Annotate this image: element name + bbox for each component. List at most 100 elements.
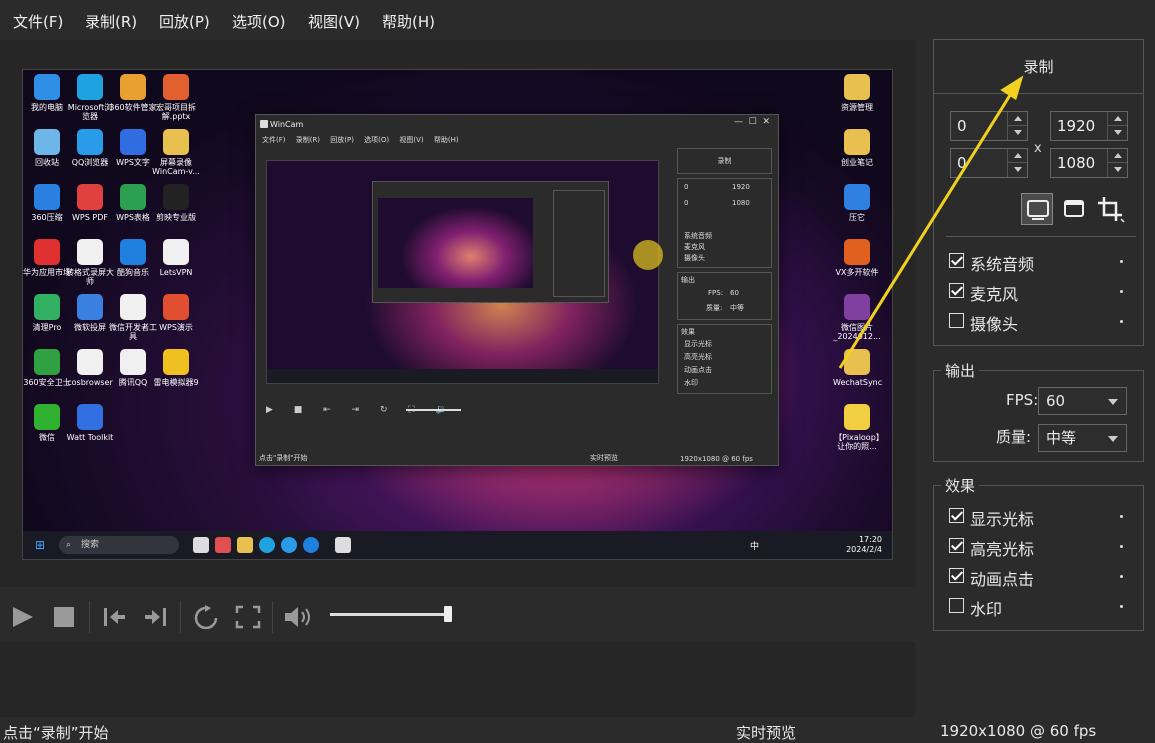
microphone-checkbox[interactable] [949,283,964,298]
region-mode-button[interactable] [1094,193,1126,225]
volume-slider-handle[interactable] [444,606,453,622]
preview-effect-4: 水印 [684,379,698,387]
taskbar-search: ⌕ 搜索 [59,536,179,554]
width-input[interactable] [1051,112,1107,140]
camera-checkbox[interactable] [949,313,964,328]
desktop-icon-label: VX多开软件 [835,268,879,277]
x-up-arrow-icon[interactable] [1007,112,1027,126]
desktop-icon-label: 360软件管家 [109,103,157,112]
preview-region-box: 0 1920 0 1080 系统音频 麦克风 摄像头 [677,178,772,268]
app-icon [77,74,103,100]
watermark-checkbox[interactable] [949,598,964,613]
stop-icon[interactable] [52,605,78,629]
taskbar-search-placeholder: 搜索 [81,540,100,550]
option-dot-icon[interactable] [1120,260,1123,263]
preview-fps: 60 [730,289,739,297]
width-spinbox[interactable] [1050,111,1128,141]
quality-select[interactable]: 中等 [1038,424,1127,452]
desktop-icon-label: 转格式录屏大师 [66,268,114,286]
skip-end-icon[interactable] [142,605,168,629]
desktop-icon-label: WPS文字 [116,158,150,167]
menu-view[interactable]: 视图(V) [308,11,360,32]
menu-playback[interactable]: 回放(P) [159,11,210,32]
highlight-cursor-label: 高亮光标 [970,540,1035,559]
app-icon [77,294,103,320]
width-down-arrow-icon[interactable] [1107,126,1127,140]
desktop-icon-label: 腾讯QQ [118,378,148,387]
x-input[interactable] [951,112,1007,140]
preview-audio-2: 麦克风 [684,243,705,251]
fullscreen-mode-button[interactable] [1021,193,1053,225]
preview-nested-screen [266,160,659,384]
separator [89,601,90,633]
width-up-arrow-icon[interactable] [1107,112,1127,126]
x-down-arrow-icon[interactable] [1007,126,1027,140]
window-mode-button[interactable] [1058,193,1090,225]
watermark-label: 水印 [970,600,1003,619]
preview-nested-taskbar [267,369,658,383]
desktop-icon: WPS演示 [152,294,200,332]
x-spinbox[interactable] [950,111,1028,141]
app-icon [844,184,870,210]
highlight-cursor-checkbox[interactable] [949,538,964,553]
app-icon [844,294,870,320]
app-icon [260,120,268,128]
desktop-icon: 清理Pro [23,294,71,332]
height-input[interactable] [1051,149,1107,177]
preview-quality-label: 质量: [706,304,723,312]
status-resolution: 1920x1080 @ 60 fps [940,722,1097,740]
cursor-highlight [633,240,663,270]
y-input[interactable] [951,149,1007,177]
menu-record[interactable]: 录制(R) [85,11,137,32]
height-spinbox[interactable] [1050,148,1128,178]
option-dot-icon[interactable] [1120,545,1123,548]
option-dot-icon[interactable] [1120,290,1123,293]
y-spinbox[interactable] [950,148,1028,178]
desktop-icon-label: 【Pixaloop】让你的照... [834,433,880,451]
system-audio-checkbox[interactable] [949,253,964,268]
desktop-icon-label: 压它 [849,213,865,222]
y-down-arrow-icon[interactable] [1007,163,1027,177]
menu-help[interactable]: 帮助(H) [382,11,435,32]
fps-select[interactable]: 60 [1038,387,1127,415]
skip-start-icon[interactable] [102,605,128,629]
taskbar-app-icon [215,537,231,553]
animate-clicks-checkbox[interactable] [949,568,964,583]
app-icon [844,404,870,430]
desktop-icon: 360安全卫士 [23,349,71,387]
record-button[interactable]: 录制 [933,39,1144,94]
show-cursor-checkbox[interactable] [949,508,964,523]
preview-nested-side [553,190,605,297]
desktop-icon-label: 微信 [39,433,55,442]
play-icon[interactable] [10,605,36,629]
desktop-icon: 雷电模拟器9 [152,349,200,387]
preview-fps-label: FPS: [708,289,724,297]
preview-nested-screen-inner [378,198,533,288]
menu-file[interactable]: 文件(F) [13,11,63,32]
animate-clicks-label: 动画点击 [970,570,1035,589]
preview-window-title: WinCam [270,120,304,129]
option-dot-icon[interactable] [1120,605,1123,608]
desktop-icon: WPS表格 [109,184,157,222]
y-up-arrow-icon[interactable] [1007,149,1027,163]
desktop-icon-label: WPS PDF [72,213,108,222]
volume-slider-track[interactable] [330,613,452,616]
separator [272,601,273,633]
height-up-arrow-icon[interactable] [1107,149,1127,163]
option-dot-icon[interactable] [1120,575,1123,578]
app-icon [77,239,103,265]
option-dot-icon[interactable] [1120,320,1123,323]
qq-browser-icon [281,537,297,553]
option-dot-icon[interactable] [1120,515,1123,518]
desktop-icon: WechatSync [833,349,882,387]
app-icon [34,129,60,155]
height-down-arrow-icon[interactable] [1107,163,1127,177]
loop-icon[interactable] [193,605,219,629]
desktop-icon-label: 360安全卫士 [23,378,71,387]
desktop-icon: 360压缩 [23,184,71,222]
menu-options[interactable]: 选项(O) [232,11,286,32]
separator [180,601,181,633]
volume-icon[interactable] [284,605,316,629]
fullscreen-icon[interactable] [235,605,261,629]
playback-controls [0,587,915,642]
